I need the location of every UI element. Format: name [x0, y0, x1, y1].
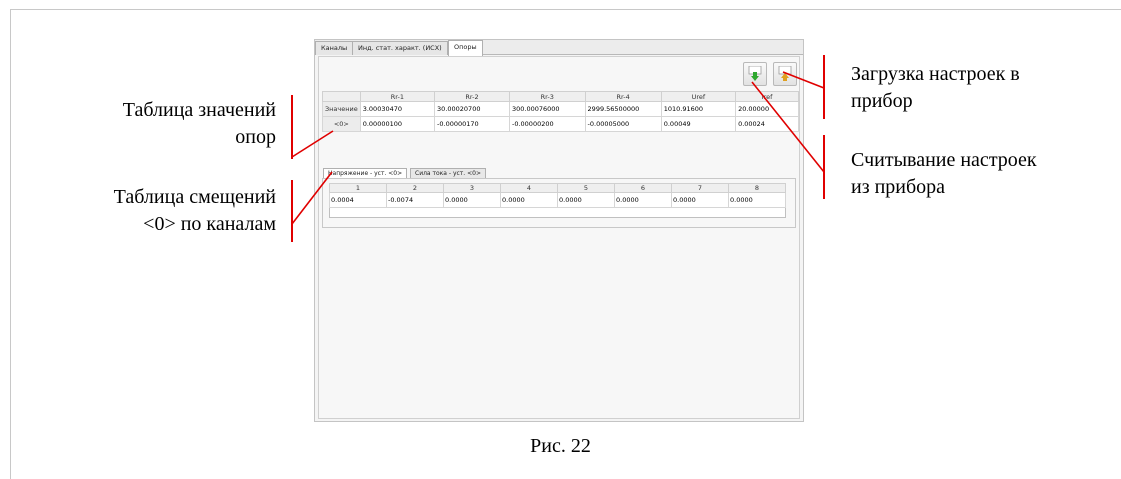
- read-leader-line: [751, 81, 825, 173]
- annotation-leaders: [291, 71, 825, 225]
- figure-caption: Рис. 22: [530, 435, 591, 457]
- offsets-leader-line: [291, 171, 333, 225]
- supports-leader-line: [291, 130, 334, 158]
- load-leader-line: [782, 71, 825, 89]
